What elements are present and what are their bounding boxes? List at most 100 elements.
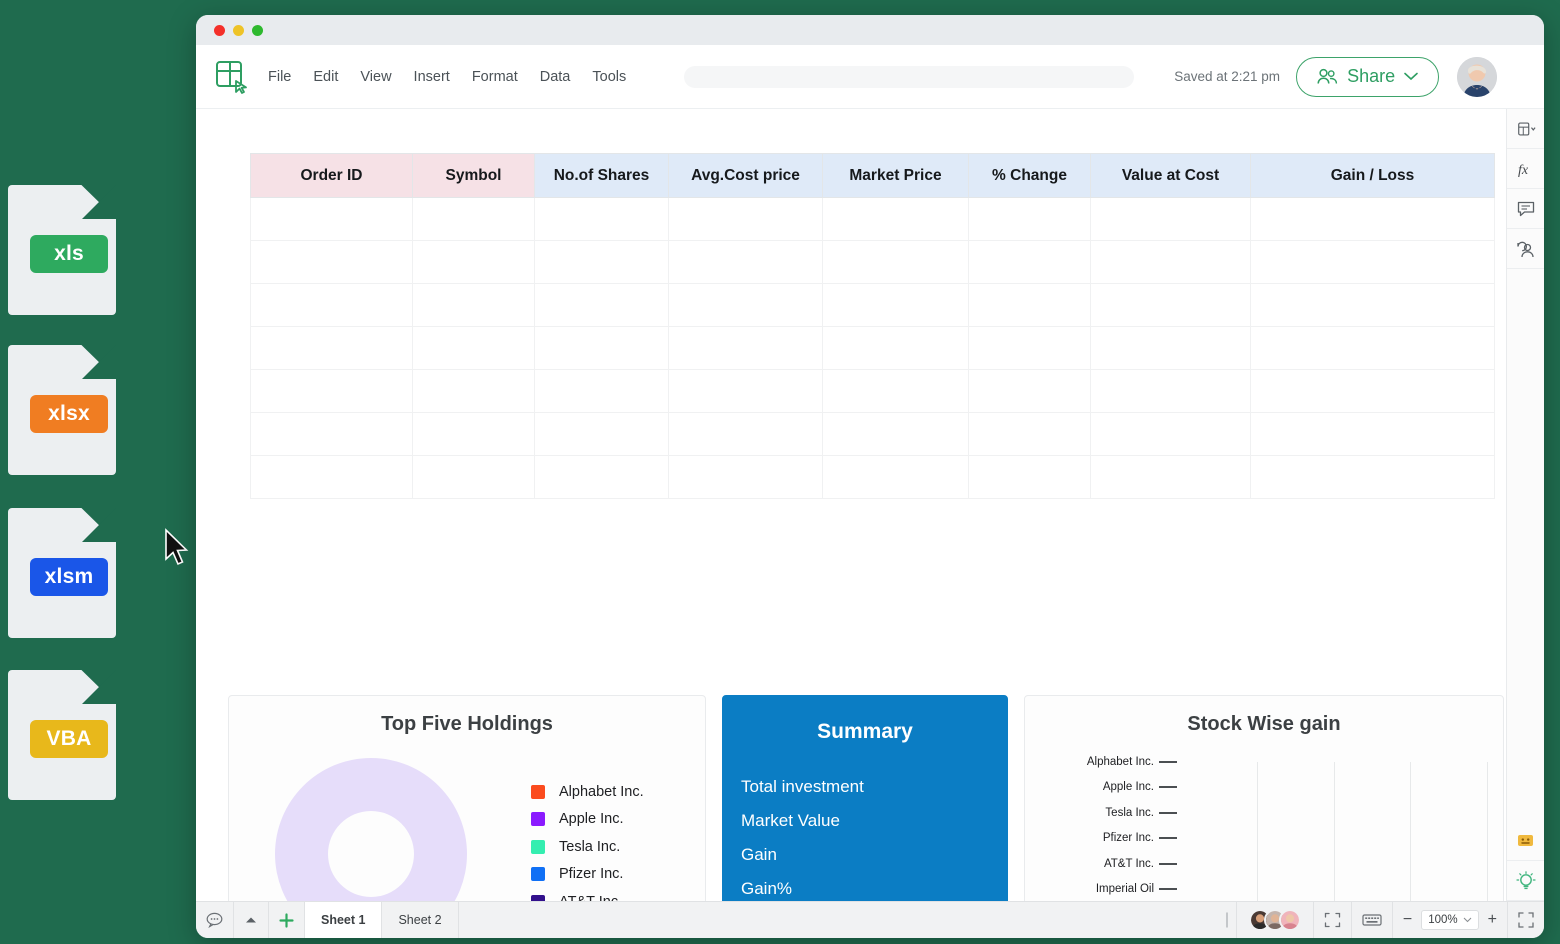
cell[interactable] <box>413 327 535 370</box>
cell[interactable] <box>1251 413 1495 456</box>
donut-chart[interactable] <box>275 758 467 901</box>
cell[interactable] <box>413 284 535 327</box>
bot-face-icon[interactable] <box>1507 821 1545 861</box>
cell[interactable] <box>535 284 669 327</box>
cell[interactable] <box>1251 327 1495 370</box>
cell[interactable] <box>1091 327 1251 370</box>
menu-item-format[interactable]: Format <box>472 69 518 85</box>
cell[interactable] <box>969 198 1091 241</box>
menu-item-view[interactable]: View <box>360 69 391 85</box>
cell[interactable] <box>823 198 969 241</box>
cell[interactable] <box>1091 456 1251 499</box>
user-avatar[interactable] <box>1457 57 1497 97</box>
cell[interactable] <box>251 284 413 327</box>
share-button[interactable]: Share <box>1296 57 1439 97</box>
card-summary[interactable]: Summary Total investment Market Value Ga… <box>722 695 1008 901</box>
cell[interactable] <box>823 327 969 370</box>
keyboard-shortcuts-button[interactable] <box>1352 902 1393 938</box>
legend-item-pfizer[interactable]: Pfizer Inc. <box>531 861 644 889</box>
cell[interactable] <box>1251 370 1495 413</box>
cell[interactable] <box>669 413 823 456</box>
file-icon-xls[interactable]: xls <box>8 185 116 315</box>
table-row[interactable] <box>251 198 1495 241</box>
cell[interactable] <box>413 370 535 413</box>
cell[interactable] <box>823 413 969 456</box>
cell[interactable] <box>1091 370 1251 413</box>
menu-item-file[interactable]: File <box>268 69 291 85</box>
function-fx-icon[interactable]: fx <box>1507 149 1545 189</box>
file-icon-xlsm[interactable]: xlsm <box>8 508 116 638</box>
cell[interactable] <box>669 198 823 241</box>
cell[interactable] <box>535 456 669 499</box>
zoom-level-select[interactable]: 100% <box>1421 910 1478 930</box>
add-sheet-button[interactable] <box>269 902 305 938</box>
cell[interactable] <box>413 413 535 456</box>
legend-item-alphabet[interactable]: Alphabet Inc. <box>531 778 644 806</box>
cell[interactable] <box>1091 241 1251 284</box>
cell[interactable] <box>669 456 823 499</box>
lightbulb-idea-icon[interactable] <box>1507 861 1545 901</box>
column-header-avg-cost-price[interactable]: Avg.Cost price <box>669 154 823 198</box>
cell[interactable] <box>535 413 669 456</box>
window-maximize-button[interactable] <box>252 25 263 36</box>
holdings-table[interactable]: Order ID Symbol No.of Shares Avg.Cost pr… <box>250 153 1495 499</box>
comment-icon[interactable] <box>1507 189 1545 229</box>
table-row[interactable] <box>251 327 1495 370</box>
card-top-five-holdings[interactable]: Top Five Holdings Alphabet Inc. <box>228 695 706 901</box>
column-header-gain-loss[interactable]: Gain / Loss <box>1251 154 1495 198</box>
card-stock-wise-gain[interactable]: Stock Wise gain Alphabet Inc.Apple Inc.T… <box>1024 695 1504 901</box>
file-icon-xlsx[interactable]: xlsx <box>8 345 116 475</box>
cell[interactable] <box>1251 241 1495 284</box>
cell[interactable] <box>413 198 535 241</box>
cell[interactable] <box>413 241 535 284</box>
cell[interactable] <box>1251 456 1495 499</box>
cell[interactable] <box>1091 198 1251 241</box>
cell[interactable] <box>969 327 1091 370</box>
column-header-market-price[interactable]: Market Price <box>823 154 969 198</box>
spreadsheet-canvas[interactable]: Order ID Symbol No.of Shares Avg.Cost pr… <box>196 109 1506 901</box>
cell[interactable] <box>413 456 535 499</box>
table-row[interactable] <box>251 241 1495 284</box>
cell[interactable] <box>535 327 669 370</box>
zoom-in-button[interactable]: + <box>1488 911 1497 929</box>
spreadsheet-logo-icon[interactable] <box>214 59 250 95</box>
sheet-tab-empty-area[interactable] <box>459 902 1237 938</box>
menu-item-data[interactable]: Data <box>540 69 571 85</box>
menu-item-edit[interactable]: Edit <box>313 69 338 85</box>
cell[interactable] <box>969 370 1091 413</box>
document-title-input[interactable] <box>684 66 1134 88</box>
cell[interactable] <box>251 456 413 499</box>
table-row[interactable] <box>251 456 1495 499</box>
cell[interactable] <box>669 327 823 370</box>
cell[interactable] <box>823 241 969 284</box>
cell[interactable] <box>251 413 413 456</box>
cell[interactable] <box>251 370 413 413</box>
collaborate-icon[interactable] <box>1507 229 1545 269</box>
cell[interactable] <box>969 413 1091 456</box>
cell[interactable] <box>535 370 669 413</box>
zoom-out-button[interactable]: − <box>1403 911 1412 929</box>
window-minimize-button[interactable] <box>233 25 244 36</box>
cell[interactable] <box>969 284 1091 327</box>
collapse-sheets-button[interactable] <box>234 902 269 938</box>
cell[interactable] <box>535 241 669 284</box>
column-header-symbol[interactable]: Symbol <box>413 154 535 198</box>
cell[interactable] <box>535 198 669 241</box>
cell[interactable] <box>1251 284 1495 327</box>
cell[interactable] <box>823 456 969 499</box>
column-header-value-at-cost[interactable]: Value at Cost <box>1091 154 1251 198</box>
cell[interactable] <box>669 241 823 284</box>
cell[interactable] <box>251 198 413 241</box>
cell[interactable] <box>669 370 823 413</box>
table-row[interactable] <box>251 284 1495 327</box>
cell[interactable] <box>1091 413 1251 456</box>
comments-button[interactable] <box>196 902 234 938</box>
cell[interactable] <box>969 241 1091 284</box>
table-row[interactable] <box>251 413 1495 456</box>
legend-item-att[interactable]: AT&T Inc. <box>531 888 644 901</box>
column-header-order-id[interactable]: Order ID <box>251 154 413 198</box>
cell[interactable] <box>823 370 969 413</box>
table-row[interactable] <box>251 370 1495 413</box>
column-header-pct-change[interactable]: % Change <box>969 154 1091 198</box>
cell[interactable] <box>251 241 413 284</box>
